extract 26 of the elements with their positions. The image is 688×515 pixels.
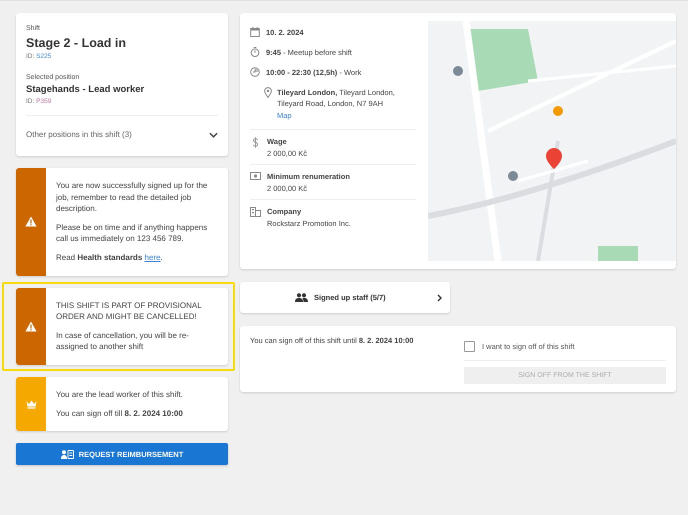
shift-title: Stage 2 - Load in: [26, 36, 128, 50]
notice-text: Read Health standards here.: [56, 252, 164, 264]
clock-icon: [250, 67, 260, 77]
other-positions-toggle[interactable]: Other positions in this shift (3): [26, 115, 218, 139]
notice-text: You are now successfully signed up for the job, remember to read the detailed job description.: [56, 180, 208, 215]
notice-text: In case of cancellation, you will be re-assigned to another shift: [56, 330, 190, 353]
banknote-icon: [250, 172, 261, 180]
people-icon: [295, 293, 308, 302]
dollar-icon: [250, 136, 261, 148]
position-title: Stagehands - Lead worker: [26, 84, 146, 95]
notice-text: Please be on time and if anything happens call us immediately on 123 456 789.: [56, 222, 208, 245]
location-pin-icon: [264, 87, 272, 98]
building-icon: [250, 206, 261, 217]
notice-text: THIS SHIFT IS PART OF PROVISIONAL ORDER AND MIGHT BE CANCELLED!: [56, 300, 202, 323]
sign-off-checkbox[interactable]: [464, 341, 475, 352]
stopwatch-icon: [250, 47, 260, 57]
person-card-icon: [60, 450, 74, 459]
warning-icon: [25, 320, 37, 332]
calendar-icon: [250, 27, 260, 37]
chevron-down-icon: [209, 132, 218, 138]
chevron-right-icon: [437, 294, 442, 302]
here-link[interactable]: here: [144, 252, 161, 262]
warning-icon: [25, 216, 37, 228]
crown-icon: [26, 400, 36, 409]
notice-text: You can sign off till 8. 2. 2024 10:00: [56, 408, 183, 420]
notice-text: You are the lead worker of this shift.: [56, 388, 183, 401]
